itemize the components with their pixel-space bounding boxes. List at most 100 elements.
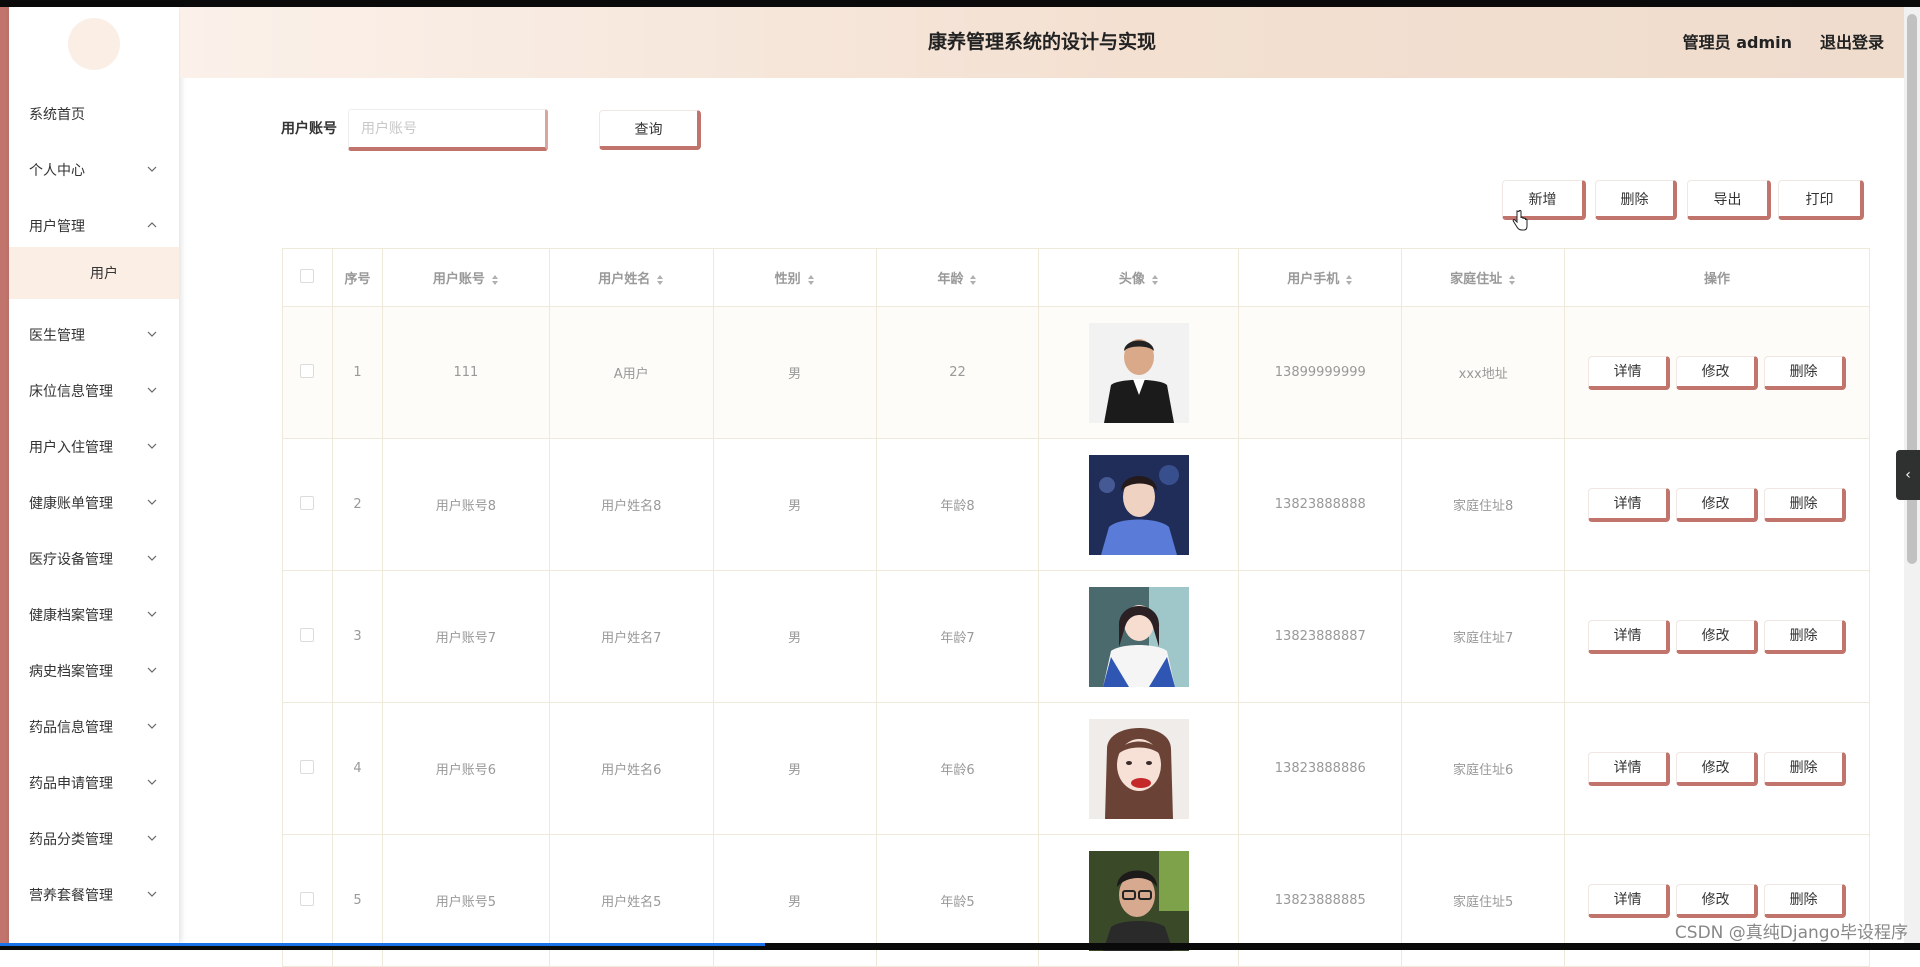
- chevron-left-icon: ‹: [1905, 467, 1911, 483]
- column-header-age[interactable]: 年龄: [875, 248, 1040, 307]
- row-delete-button[interactable]: 删除: [1764, 883, 1847, 918]
- detail-button[interactable]: 详情: [1588, 619, 1671, 654]
- edit-button[interactable]: 修改: [1676, 487, 1759, 522]
- edit-button[interactable]: 修改: [1676, 751, 1759, 786]
- detail-button[interactable]: 详情: [1588, 751, 1671, 786]
- edit-button[interactable]: 修改: [1676, 619, 1759, 654]
- row-phone: 13899999999: [1238, 306, 1403, 439]
- row-checkbox[interactable]: [300, 495, 315, 510]
- avatar-young-man[interactable]: [1088, 454, 1189, 555]
- user-table: 序号 用户账号 用户姓名 性别 年龄 头像 用户手机 家庭住址 操作 1 111 A…: [282, 248, 1870, 967]
- page-title: 康养管理系统的设计与实现: [927, 31, 1156, 53]
- sidebar-item[interactable]: 床位信息管理: [9, 363, 179, 419]
- sidebar-subitem-users[interactable]: 用户: [9, 247, 179, 299]
- column-label: 家庭住址: [1450, 272, 1503, 287]
- chevron-down-icon: [147, 497, 157, 507]
- row-gender: 男: [712, 570, 877, 703]
- row-actions-cell: 详情 修改 删除: [1564, 570, 1870, 703]
- select-all-cell: [282, 248, 333, 307]
- column-label: 序号: [344, 272, 371, 287]
- row-phone: 13823888888: [1238, 438, 1403, 571]
- sidebar-item[interactable]: 营养套餐管理: [9, 867, 179, 923]
- sidebar-item[interactable]: 药品信息管理: [9, 699, 179, 755]
- sort-icon[interactable]: [1151, 274, 1159, 286]
- sidebar-item[interactable]: 用户管理: [9, 198, 179, 254]
- detail-button[interactable]: 详情: [1588, 883, 1671, 918]
- delete-button[interactable]: 删除: [1595, 180, 1677, 220]
- column-label: 头像: [1118, 272, 1145, 287]
- table-row[interactable]: 4 用户账号6 用户姓名6 男年龄6 13823888886 家庭住址6 详情 修改 删除: [282, 702, 1870, 835]
- sidebar-item[interactable]: 病史档案管理: [9, 643, 179, 699]
- sidebar-item-label: 床位信息管理: [29, 384, 113, 400]
- table-row[interactable]: 3 用户账号7 用户姓名7 男年龄7 13823888887 家庭住址7 详情 修改 删除: [282, 570, 1870, 703]
- detail-button[interactable]: 详情: [1588, 487, 1671, 522]
- row-delete-button[interactable]: 删除: [1764, 619, 1847, 654]
- avatar-girl-selfie[interactable]: [1088, 718, 1189, 819]
- sort-icon[interactable]: [1345, 274, 1353, 286]
- column-label: 性别: [774, 272, 801, 287]
- column-label: 操作: [1704, 272, 1731, 287]
- row-name: 用户姓名7: [548, 570, 714, 703]
- sidebar-item[interactable]: 套餐订单管理: [9, 923, 179, 943]
- sidebar-item[interactable]: 医生管理: [9, 307, 179, 363]
- row-checkbox[interactable]: [300, 759, 315, 774]
- row-address: 家庭住址8: [1401, 438, 1566, 571]
- row-delete-button[interactable]: 删除: [1764, 751, 1847, 786]
- export-button[interactable]: 导出: [1687, 180, 1771, 220]
- row-name: 用户姓名6: [548, 702, 714, 835]
- row-avatar-cell: [1038, 570, 1240, 703]
- table-row[interactable]: 2 用户账号8 用户姓名8 男年龄8 13823888888 家庭住址8 详情 修改 删除: [282, 438, 1870, 571]
- sidebar-item-label: 药品分类管理: [29, 832, 113, 848]
- sidebar-item[interactable]: 健康档案管理: [9, 587, 179, 643]
- row-delete-button[interactable]: 删除: [1764, 355, 1847, 390]
- avatar-girl-student[interactable]: [1088, 586, 1189, 687]
- column-header-actions: 操作: [1564, 248, 1870, 307]
- select-all-checkbox[interactable]: [300, 268, 315, 283]
- edit-button[interactable]: 修改: [1676, 355, 1759, 390]
- sort-icon[interactable]: [656, 274, 664, 286]
- column-header-phone[interactable]: 用户手机: [1238, 248, 1403, 307]
- sidebar-item-label: 用户入住管理: [29, 440, 113, 456]
- collapse-toggle-button[interactable]: ‹: [1896, 450, 1920, 500]
- sort-icon[interactable]: [807, 274, 815, 286]
- column-header-name[interactable]: 用户姓名: [548, 248, 714, 307]
- sidebar-item[interactable]: 药品申请管理: [9, 755, 179, 811]
- column-header-account[interactable]: 用户账号: [381, 248, 550, 307]
- column-header-gender[interactable]: 性别: [712, 248, 877, 307]
- edit-button[interactable]: 修改: [1676, 883, 1759, 918]
- sidebar-item-label: 健康账单管理: [29, 496, 113, 512]
- sidebar-item[interactable]: 个人中心: [9, 142, 179, 198]
- query-button[interactable]: 查询: [599, 110, 701, 150]
- row-checkbox[interactable]: [300, 891, 315, 906]
- logout-link[interactable]: 退出登录: [1820, 7, 1884, 78]
- avatar-man-glasses[interactable]: [1088, 850, 1189, 951]
- sidebar-item[interactable]: 药品分类管理: [9, 811, 179, 867]
- row-index: 4: [331, 702, 383, 835]
- sidebar-item[interactable]: 系统首页: [9, 86, 179, 142]
- row-delete-button[interactable]: 删除: [1764, 487, 1847, 522]
- sidebar-item[interactable]: 用户入住管理: [9, 419, 179, 475]
- row-avatar-cell: [1038, 438, 1240, 571]
- column-label: 用户手机: [1287, 272, 1340, 287]
- sort-icon[interactable]: [969, 274, 977, 286]
- sort-icon[interactable]: [1508, 274, 1516, 286]
- row-account: 用户账号8: [381, 438, 550, 571]
- sort-icon[interactable]: [491, 274, 499, 286]
- row-age: 年龄6: [875, 702, 1040, 835]
- row-checkbox[interactable]: [300, 627, 315, 642]
- row-account: 用户账号6: [381, 702, 550, 835]
- avatar-man-suit[interactable]: [1088, 322, 1189, 423]
- print-button[interactable]: 打印: [1778, 180, 1864, 220]
- detail-button[interactable]: 详情: [1588, 355, 1671, 390]
- sidebar-item-label: 病史档案管理: [29, 664, 113, 680]
- sidebar-item[interactable]: 健康账单管理: [9, 475, 179, 531]
- table-row[interactable]: 1 111 A用户男 22 13899999999 xxx地址 详情 修改 删除: [282, 306, 1870, 439]
- search-input[interactable]: [348, 109, 548, 151]
- sidebar-item[interactable]: 医疗设备管理: [9, 531, 179, 587]
- watermark: CSDN @真纯Django毕设程序: [1674, 923, 1908, 943]
- column-header-address[interactable]: 家庭住址: [1401, 248, 1566, 307]
- row-gender: 男: [712, 306, 877, 439]
- row-checkbox[interactable]: [300, 363, 315, 378]
- column-header-avatar[interactable]: 头像: [1038, 248, 1240, 307]
- row-actions-cell: 详情 修改 删除: [1564, 702, 1870, 835]
